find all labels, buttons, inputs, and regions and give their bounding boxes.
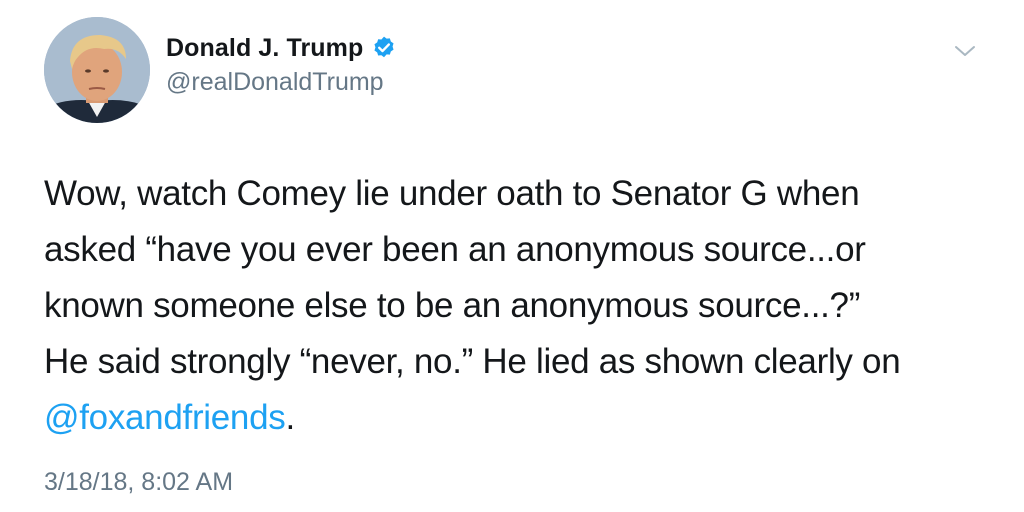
user-avatar[interactable] [44,17,150,123]
mention-link[interactable]: @foxandfriends [44,398,286,437]
tweet-card: Donald J. Trump @realDonaldTrump Wow, wa… [0,0,1024,512]
tweet-text-line: asked “have you ever been an anonymous s… [44,230,866,269]
tweet-text-line-mention: @foxandfriends. [44,390,994,446]
avatar-image [44,17,150,123]
verified-badge-icon [374,36,394,58]
tweet-text-line: He said strongly “never, no.” He lied as… [44,342,901,381]
mention-suffix: . [285,398,295,437]
name-row: Donald J. Trump [166,31,397,65]
tweet-text-line: Wow, watch Comey lie under oath to Senat… [44,174,860,213]
display-name[interactable]: Donald J. Trump [166,34,363,63]
user-handle[interactable]: @realDonaldTrump [166,68,397,97]
tweet-header: Donald J. Trump @realDonaldTrump [166,31,397,97]
tweet-timestamp[interactable]: 3/18/18, 8:02 AM [44,468,233,497]
chevron-down-icon[interactable] [954,44,976,58]
tweet-text: Wow, watch Comey lie under oath to Senat… [44,166,994,446]
tweet-text-line: known someone else to be an anonymous so… [44,286,861,325]
